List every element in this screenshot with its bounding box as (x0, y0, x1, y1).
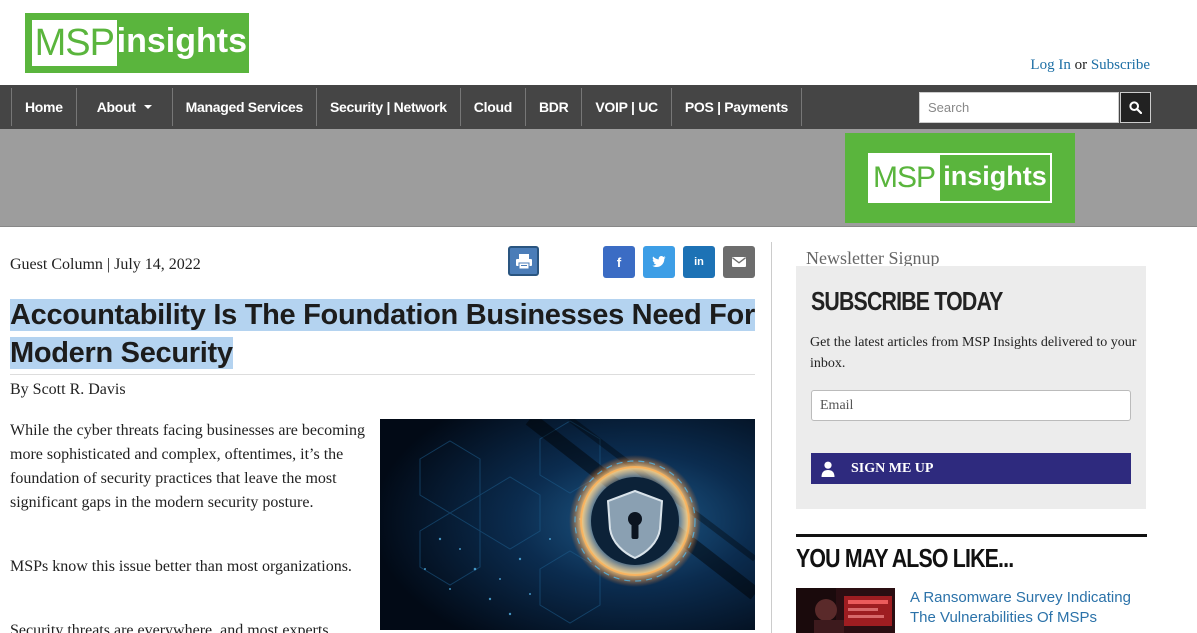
main-nav: Home About Managed Services Security | N… (0, 85, 1197, 129)
user-icon (821, 461, 835, 477)
newsletter-description: Get the latest articles from MSP Insight… (810, 335, 1137, 371)
logo-msp-text: MSP (32, 20, 117, 66)
search-input[interactable] (919, 92, 1119, 123)
subscribe-title: SUBSCRIBE TODAY (811, 286, 1003, 316)
share-email-button[interactable] (723, 246, 755, 278)
login-link[interactable]: Log In (1030, 57, 1070, 73)
nav-item-home[interactable]: Home (12, 88, 77, 126)
print-button[interactable] (508, 246, 539, 276)
caret-down-icon (143, 105, 152, 109)
nav-item-about[interactable]: About (77, 88, 173, 126)
auth-links: Log In or Subscribe (1030, 57, 1150, 74)
or-text: or (1074, 57, 1088, 73)
title-divider (10, 374, 755, 375)
nav-item-managed-services[interactable]: Managed Services (173, 88, 318, 126)
linkedin-icon: in (694, 256, 704, 268)
newsletter-box: SUBSCRIBE TODAY Get the latest articles … (796, 266, 1146, 509)
article-meta: Guest Column | July 14, 2022 (10, 256, 201, 273)
search-button[interactable] (1120, 92, 1151, 123)
related-article-link[interactable]: A Ransomware Survey Indicating The Vulne… (910, 588, 1146, 628)
share-facebook-button[interactable]: f (603, 246, 635, 278)
ransomware-thumbnail-image (796, 588, 895, 633)
share-linkedin-button[interactable]: in (683, 246, 715, 278)
article-paragraph: Security threats are everywhere, and mos… (10, 622, 329, 633)
also-like-title: YOU MAY ALSO LIKE... (796, 543, 1014, 573)
ad-banner: MSP insights (0, 129, 1197, 227)
also-like-rule (796, 534, 1147, 537)
nav-item-about-label: About (96, 99, 136, 115)
banner-logo-msp-text: MSP (870, 155, 938, 201)
article-byline: By Scott R. Davis (10, 381, 126, 398)
article-paragraph: While the cyber threats facing businesse… (10, 422, 365, 511)
site-logo[interactable]: MSP insights (25, 13, 249, 73)
logo-insights-text: insights (116, 21, 247, 60)
email-field[interactable] (811, 390, 1131, 421)
facebook-icon: f (616, 254, 622, 270)
banner-ad-box[interactable]: MSP insights (845, 133, 1075, 223)
nav-item-security-network[interactable]: Security | Network (317, 88, 461, 126)
article-title: Accountability Is The Foundation Busines… (10, 296, 758, 372)
banner-logo-insights-text: insights (940, 155, 1050, 201)
share-twitter-button[interactable] (643, 246, 675, 278)
article-paragraph: MSPs know this issue better than most or… (10, 558, 352, 575)
nav-menu: Home About Managed Services Security | N… (11, 88, 803, 126)
sign-me-up-button[interactable]: SIGN ME UP (811, 453, 1131, 484)
nav-item-cloud[interactable]: Cloud (461, 88, 526, 126)
related-article-thumbnail[interactable] (796, 588, 895, 633)
site-header: MSP insights Log In or Subscribe (0, 0, 1197, 85)
nav-item-voip-uc[interactable]: VOIP | UC (582, 88, 672, 126)
nav-item-pos-payments[interactable]: POS | Payments (672, 88, 803, 126)
search-icon (1129, 101, 1142, 114)
nav-item-bdr[interactable]: BDR (526, 88, 583, 126)
sign-me-up-label: SIGN ME UP (851, 460, 934, 476)
security-shield-illustration (380, 419, 755, 630)
subscribe-link[interactable]: Subscribe (1091, 57, 1150, 73)
envelope-icon (732, 257, 746, 267)
article-title-text: Accountability Is The Foundation Busines… (10, 299, 755, 369)
banner-logo: MSP insights (868, 153, 1052, 203)
column-separator (771, 242, 772, 633)
twitter-icon (652, 256, 666, 267)
article-hero-image (380, 419, 755, 630)
printer-icon (515, 253, 532, 269)
